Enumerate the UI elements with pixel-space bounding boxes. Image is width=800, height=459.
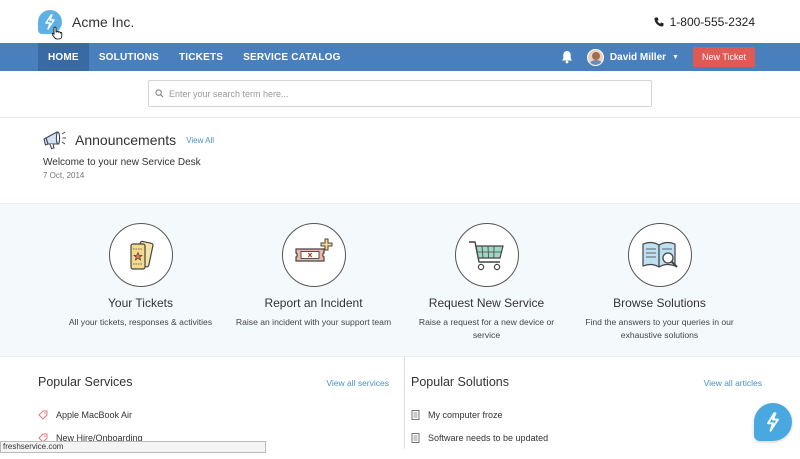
incident-icon bbox=[294, 238, 332, 262]
user-menu[interactable]: David Miller ▼ bbox=[586, 48, 679, 66]
search-box[interactable] bbox=[148, 80, 652, 107]
feature-desc: Raise an incident with your support team bbox=[235, 317, 392, 327]
announcement-message[interactable]: Welcome to your new Service Desk bbox=[43, 157, 800, 168]
phone-number: 1-800-555-2324 bbox=[669, 14, 755, 29]
features-section: Your Tickets All your tickets, responses… bbox=[0, 203, 800, 357]
hand-cursor-icon bbox=[51, 26, 63, 40]
popular-solutions-header: Popular Solutions View all articles bbox=[411, 375, 762, 389]
popular-services: Popular Services View all services Apple… bbox=[38, 357, 405, 449]
feature-desc: Find the answers to your queries in our … bbox=[585, 317, 734, 340]
popular-solutions-title: Popular Solutions bbox=[411, 375, 509, 389]
nav-item-tickets[interactable]: TICKETS bbox=[169, 43, 233, 71]
view-all-articles-link[interactable]: View all articles bbox=[704, 378, 762, 388]
feature-desc: All your tickets, responses & activities bbox=[68, 317, 213, 327]
feature-circle[interactable] bbox=[108, 223, 173, 287]
phone-info: 1-800-555-2324 bbox=[654, 15, 755, 29]
help-widget-button[interactable] bbox=[754, 403, 792, 441]
list-item[interactable]: Software needs to be updated bbox=[411, 426, 762, 449]
announcements-title: Announcements bbox=[75, 132, 177, 148]
feature-title[interactable]: Request New Service bbox=[429, 296, 544, 310]
search-input[interactable] bbox=[169, 88, 651, 99]
solution-title[interactable]: My computer froze bbox=[428, 410, 503, 420]
nav-item-solutions[interactable]: SOLUTIONS bbox=[89, 43, 169, 71]
new-ticket-button[interactable]: New Ticket bbox=[692, 47, 755, 67]
document-icon bbox=[411, 432, 420, 443]
feature-report-incident[interactable]: Report an Incident Raise an incident wit… bbox=[227, 204, 400, 356]
document-icon bbox=[411, 409, 420, 420]
service-name[interactable]: Apple MacBook Air bbox=[56, 410, 132, 420]
top-header: Acme Inc. 1-800-555-2324 bbox=[0, 0, 800, 43]
list-item[interactable]: My computer froze bbox=[411, 403, 762, 426]
feature-circle[interactable] bbox=[454, 223, 519, 287]
feature-title[interactable]: Browse Solutions bbox=[613, 296, 706, 310]
feature-title[interactable]: Your Tickets bbox=[108, 296, 173, 310]
search-section bbox=[0, 71, 800, 107]
bell-icon[interactable] bbox=[561, 50, 573, 64]
feature-request-service[interactable]: Request New Service Raise a request for … bbox=[400, 204, 573, 356]
popular-solutions: Popular Solutions View all articles My c… bbox=[405, 357, 762, 449]
user-name[interactable]: David Miller bbox=[610, 52, 666, 63]
announcement-date: 7 Oct, 2014 bbox=[43, 171, 85, 180]
nav-menu: HOME SOLUTIONS TICKETS SERVICE CATALOG bbox=[38, 43, 351, 71]
view-all-services-link[interactable]: View all services bbox=[326, 378, 389, 388]
main-navbar: HOME SOLUTIONS TICKETS SERVICE CATALOG D… bbox=[0, 43, 800, 71]
nav-item-home[interactable]: HOME bbox=[38, 43, 89, 71]
nav-actions: David Miller ▼ New Ticket bbox=[561, 47, 755, 67]
announcements-section: Announcements View All Welcome to your n… bbox=[0, 118, 800, 203]
search-icon bbox=[155, 89, 164, 98]
book-search-icon bbox=[641, 242, 678, 268]
feature-title[interactable]: Report an Incident bbox=[264, 296, 362, 310]
nav-item-service-catalog[interactable]: SERVICE CATALOG bbox=[233, 43, 350, 71]
caret-down-icon[interactable]: ▼ bbox=[672, 54, 679, 61]
popular-services-title: Popular Services bbox=[38, 375, 133, 389]
list-item[interactable]: Apple MacBook Air bbox=[38, 403, 389, 426]
tag-icon bbox=[38, 410, 48, 420]
cart-icon bbox=[468, 241, 504, 271]
popular-section: Popular Services View all services Apple… bbox=[0, 357, 800, 449]
phone-icon bbox=[654, 17, 664, 26]
tickets-icon bbox=[129, 240, 154, 270]
feature-desc: Raise a request for a new device or serv… bbox=[418, 317, 555, 340]
avatar[interactable] bbox=[586, 48, 604, 66]
popular-services-header: Popular Services View all services bbox=[38, 375, 389, 389]
bolt-icon bbox=[767, 412, 779, 432]
feature-circle[interactable] bbox=[281, 223, 346, 287]
solution-title[interactable]: Software needs to be updated bbox=[428, 433, 548, 443]
megaphone-icon bbox=[43, 131, 66, 150]
brand-name[interactable]: Acme Inc. bbox=[72, 14, 134, 30]
announcements-header: Announcements View All bbox=[43, 130, 800, 150]
browser-status-bar: freshservice.com bbox=[0, 441, 266, 453]
solutions-list: My computer froze Software needs to be u… bbox=[411, 403, 762, 449]
feature-browse-solutions[interactable]: Browse Solutions Find the answers to you… bbox=[573, 204, 746, 356]
feature-circle[interactable] bbox=[627, 223, 692, 287]
feature-your-tickets[interactable]: Your Tickets All your tickets, responses… bbox=[54, 204, 227, 356]
announcements-view-all-link[interactable]: View All bbox=[186, 136, 214, 145]
